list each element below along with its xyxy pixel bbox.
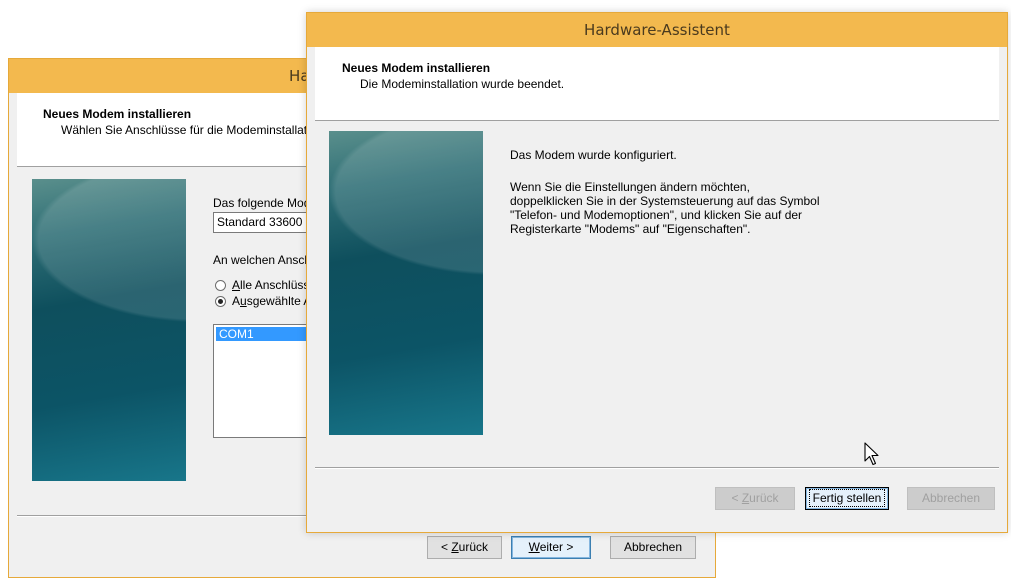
front-wizard-window[interactable]: Hardware-Assistent Neues Modem installie… (306, 12, 1008, 533)
back-header-title: Neues Modem installieren (43, 107, 192, 121)
front-window-header: Neues Modem installieren Die Modeminstal… (315, 47, 999, 121)
next-button[interactable]: Weiter > (511, 536, 591, 559)
back-wizard-side-image (32, 179, 186, 481)
radio-selected-ports-circle[interactable] (215, 296, 226, 307)
back-window-cancel-button[interactable]: Abbrechen (610, 536, 696, 559)
mouse-pointer-icon (864, 442, 879, 466)
radio-all-ports-circle[interactable] (215, 280, 226, 291)
instructions-line-4: Registerkarte "Modems" auf "Eigenschafte… (510, 222, 751, 236)
front-header-title: Neues Modem installieren (342, 61, 491, 75)
back-window-back-button[interactable]: < Zurück (427, 536, 502, 559)
front-window-client: Neues Modem installieren Die Modeminstal… (315, 47, 999, 524)
front-wizard-side-image (329, 131, 483, 435)
radio-all-ports-label[interactable]: Alle Anschlüsse (232, 278, 316, 292)
configured-text: Das Modem wurde konfiguriert. (510, 148, 677, 162)
front-window-cancel-button[interactable]: Abbrechen (907, 487, 995, 510)
instructions-line-2: doppelklicken Sie in der Systemsteuerung… (510, 194, 820, 208)
instructions-line-3: "Telefon- und Modemoptionen", und klicke… (510, 208, 803, 222)
instructions-line-1: Wenn Sie die Einstellungen ändern möchte… (510, 180, 750, 194)
front-window-titlebar[interactable]: Hardware-Assistent (307, 13, 1007, 47)
front-bottom-separator (315, 467, 999, 469)
finish-button[interactable]: Fertig stellen (805, 487, 889, 510)
front-header-subtitle: Die Modeminstallation wurde beendet. (360, 77, 565, 91)
front-window-back-button[interactable]: < Zurück (715, 487, 795, 510)
